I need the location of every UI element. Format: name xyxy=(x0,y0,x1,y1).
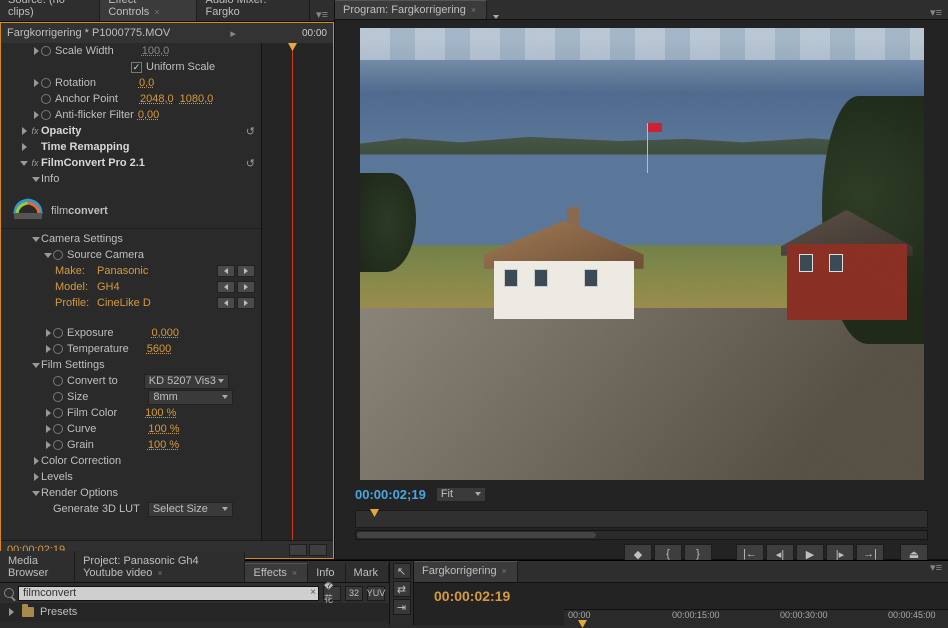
chevron-down-icon xyxy=(222,395,228,399)
tab-media-browser[interactable]: Media Browser xyxy=(0,551,75,582)
footer-btn-1[interactable] xyxy=(289,544,307,556)
color-correction-row[interactable]: Color Correction xyxy=(1,453,261,469)
next-button[interactable] xyxy=(237,281,255,293)
effect-controls-panel: Fargkorrigering * P1000775.MOV ▸ 00:00 S… xyxy=(0,22,334,559)
film-size-dropdown[interactable]: 8mm xyxy=(148,390,233,405)
antiflicker-row[interactable]: Anti-flicker Filter 0,00 xyxy=(1,107,261,123)
snap-tool[interactable]: ⇥ xyxy=(393,599,411,615)
project-panel-tabs: Media Browser Project: Panasonic Gh4 You… xyxy=(0,561,389,583)
timeremap-effect-row[interactable]: Time Remapping xyxy=(1,139,261,155)
curve-row[interactable]: Curve 100 % xyxy=(1,421,261,437)
footer-btn-2[interactable] xyxy=(309,544,327,556)
camera-model-row: Model: GH4 xyxy=(1,279,261,295)
clear-search-icon[interactable]: × xyxy=(310,587,316,598)
next-button[interactable] xyxy=(237,297,255,309)
panel-menu-icon[interactable]: ▾≡ xyxy=(924,561,948,582)
tab-effects[interactable]: Effects× xyxy=(245,563,308,582)
grain-row[interactable]: Grain 100 % xyxy=(1,437,261,453)
keyframe-timeline[interactable] xyxy=(261,43,333,540)
levels-row[interactable]: Levels xyxy=(1,469,261,485)
chevron-down-icon xyxy=(222,507,228,511)
playhead-icon[interactable] xyxy=(292,43,293,540)
program-monitor-video[interactable] xyxy=(360,28,924,480)
close-icon[interactable]: × xyxy=(502,566,507,576)
presets-folder-row[interactable]: Presets xyxy=(0,603,389,621)
film-size-row[interactable]: Size 8mm xyxy=(1,389,261,405)
next-button[interactable] xyxy=(237,265,255,277)
close-icon[interactable]: × xyxy=(292,568,297,578)
exposure-row[interactable]: Exposure 0,000 xyxy=(1,325,261,341)
32bit-filter-button[interactable]: 32 xyxy=(345,586,363,601)
rotation-value[interactable]: 0,0 xyxy=(139,77,154,89)
chevron-down-icon[interactable] xyxy=(493,15,499,19)
selection-tool[interactable]: ↖ xyxy=(393,563,411,579)
effects-search-row: × �花 32 YUV xyxy=(0,583,389,603)
lut-size-dropdown[interactable]: Select Size xyxy=(148,502,233,517)
prev-button[interactable] xyxy=(217,297,235,309)
reset-icon[interactable]: ↺ xyxy=(246,125,255,138)
playhead-icon[interactable] xyxy=(578,620,587,628)
render-options-row[interactable]: Render Options xyxy=(1,485,261,501)
fx-icon[interactable]: fx xyxy=(29,126,41,136)
panel-menu-icon[interactable]: ▾≡ xyxy=(924,6,948,19)
tab-program[interactable]: Program: Fargkorrigering× xyxy=(335,0,487,19)
program-scrubber[interactable] xyxy=(355,510,928,528)
yuv-filter-button[interactable]: YUV xyxy=(367,586,385,601)
close-icon[interactable]: × xyxy=(471,5,476,15)
timeline-tools: ↖ ⇄ ⇥ xyxy=(390,561,414,625)
sequence-timecode[interactable]: 00:00:02:19 xyxy=(434,588,510,604)
header-timecode: 00:00 xyxy=(302,28,327,39)
clip-title: Fargkorrigering * P1000775.MOV xyxy=(7,27,170,39)
effects-search-input[interactable] xyxy=(18,586,319,601)
reset-icon[interactable]: ↺ xyxy=(246,157,255,170)
close-icon[interactable]: × xyxy=(157,568,162,578)
timeline-ruler[interactable]: 00:00 00:00:15:00 00:00:30:00 00:00:45:0… xyxy=(564,609,948,625)
generate-lut-row[interactable]: Generate 3D LUT Select Size xyxy=(1,501,261,517)
ripple-tool[interactable]: ⇄ xyxy=(393,581,411,597)
program-zoom-bar[interactable] xyxy=(355,530,928,540)
filmconvert-effect-row[interactable]: fx FilmConvert Pro 2.1 ↺ xyxy=(1,155,261,171)
filmconvert-logo: filmconvert xyxy=(1,187,261,226)
close-icon[interactable]: × xyxy=(154,7,159,17)
source-camera-row[interactable]: Source Camera xyxy=(1,247,261,263)
fx-icon[interactable]: fx xyxy=(29,158,41,168)
program-panel-tabs: Program: Fargkorrigering× ▾≡ xyxy=(335,0,948,20)
filmconvert-icon xyxy=(13,194,43,220)
search-icon xyxy=(4,588,14,598)
checkbox-icon[interactable]: ✓ xyxy=(131,62,142,73)
timeline-toggle-icon[interactable]: ▸ xyxy=(230,27,236,40)
temperature-row[interactable]: Temperature 5600 xyxy=(1,341,261,357)
scale-width-row[interactable]: Scale Width 100,0 xyxy=(1,43,261,59)
tab-markers[interactable]: Mark xyxy=(346,563,389,582)
folder-icon xyxy=(22,607,34,617)
chevron-down-icon xyxy=(218,379,224,383)
accelerated-filter-button[interactable]: �花 xyxy=(323,586,341,601)
camera-profile-row: Profile: CineLike D xyxy=(1,295,261,311)
film-settings-row[interactable]: Film Settings xyxy=(1,357,261,373)
tab-effect-controls[interactable]: Effect Controls× xyxy=(100,0,197,21)
program-timecode[interactable]: 00:00:02;19 xyxy=(355,487,426,502)
tab-source[interactable]: Source: (no clips) xyxy=(0,0,100,21)
playhead-icon[interactable] xyxy=(370,509,379,517)
film-color-row[interactable]: Film Color 100 % xyxy=(1,405,261,421)
info-row[interactable]: Info xyxy=(1,171,261,187)
camera-make-row: Make: Panasonic xyxy=(1,263,261,279)
rotation-row[interactable]: Rotation 0,0 xyxy=(1,75,261,91)
prev-button[interactable] xyxy=(217,281,235,293)
tab-audio-mixer[interactable]: Audio Mixer: Fargko xyxy=(197,0,310,21)
chevron-down-icon xyxy=(475,492,481,496)
zoom-fit-dropdown[interactable]: Fit xyxy=(436,487,486,502)
opacity-effect-row[interactable]: fx Opacity ↺ xyxy=(1,123,261,139)
panel-menu-icon[interactable]: ▾≡ xyxy=(310,8,334,21)
source-panel-tabs: Source: (no clips) Effect Controls× Audi… xyxy=(0,0,334,22)
prev-button[interactable] xyxy=(217,265,235,277)
film-stock-dropdown[interactable]: KD 5207 Vis3 xyxy=(144,374,229,389)
camera-settings-row[interactable]: Camera Settings xyxy=(1,231,261,247)
uniform-scale-row[interactable]: ✓ Uniform Scale xyxy=(1,59,261,75)
tab-project[interactable]: Project: Panasonic Gh4 Youtube video× xyxy=(75,551,245,582)
tab-sequence[interactable]: Fargkorrigering× xyxy=(414,561,518,582)
tab-info[interactable]: Info xyxy=(308,563,345,582)
convert-to-row[interactable]: Convert to KD 5207 Vis3 xyxy=(1,373,261,389)
anchor-point-row[interactable]: Anchor Point 2048,0 1080,0 xyxy=(1,91,261,107)
